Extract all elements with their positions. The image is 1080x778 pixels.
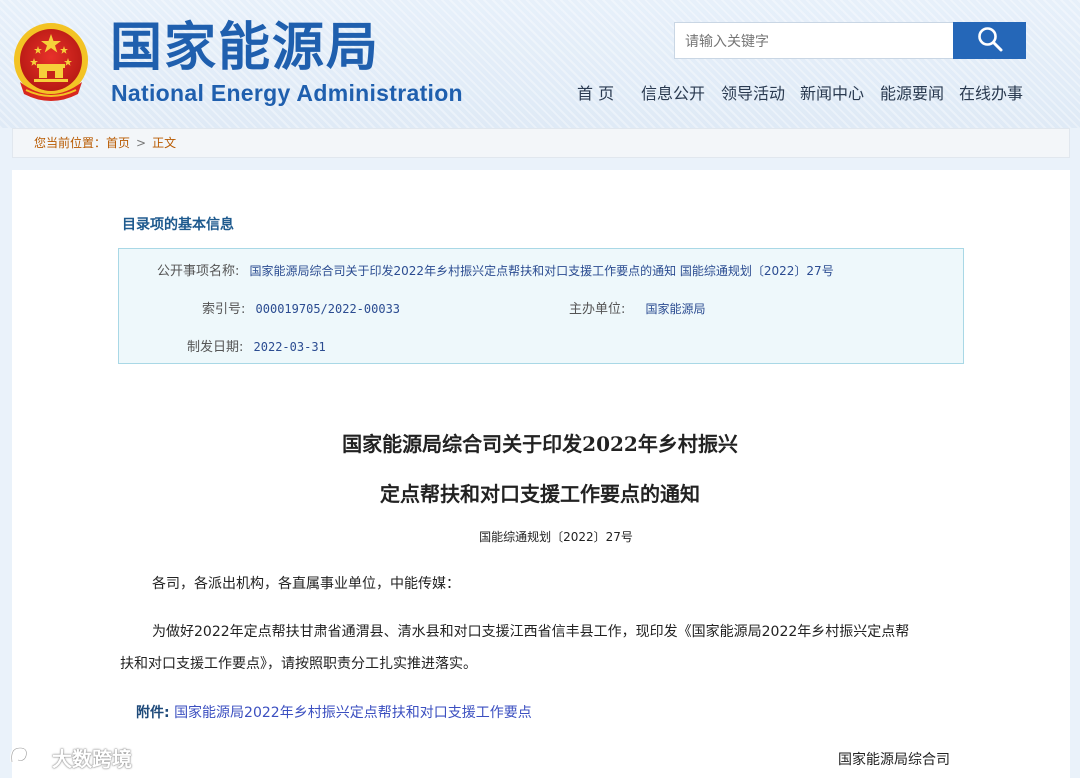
document-salutation: 各司，各派出机构，各直属事业单位，中能传媒： bbox=[152, 576, 460, 592]
nav-leadership[interactable]: 领导活动 bbox=[721, 80, 785, 104]
nav-energy-news[interactable]: 能源要闻 bbox=[880, 80, 944, 104]
breadcrumb-current: 正文 bbox=[152, 136, 177, 150]
search-input[interactable] bbox=[674, 22, 954, 59]
document-body-line2: 扶和对口支援工作要点》，请按照职责分工扎实推进落实。 bbox=[120, 656, 477, 672]
document-signer: 国家能源局综合司 bbox=[838, 752, 950, 768]
document-number: 国能综通规划〔2022〕27号 bbox=[479, 530, 633, 544]
attachment-link[interactable]: 国家能源局2022年乡村振兴定点帮扶和对口支援工作要点 bbox=[174, 705, 532, 721]
info-date-label: 制发日期: bbox=[187, 340, 244, 355]
nav-info-disclosure[interactable]: 信息公开 bbox=[641, 80, 705, 104]
breadcrumb-prefix: 您当前位置： bbox=[34, 136, 107, 150]
info-name-label: 公开事项名称: bbox=[157, 264, 240, 279]
info-date-row: 制发日期: 2022-03-31 bbox=[187, 336, 326, 355]
attachment-row: 附件: 国家能源局2022年乡村振兴定点帮扶和对口支援工作要点 bbox=[136, 702, 532, 722]
info-index-row: 索引号: 000019705/2022-00033 bbox=[202, 298, 400, 317]
document-title-line2: 定点帮扶和对口支援工作要点的通知 bbox=[380, 482, 700, 506]
breadcrumb-separator: > bbox=[136, 136, 147, 150]
search-icon bbox=[976, 25, 1004, 56]
info-name-row: 公开事项名称: 国家能源局综合司关于印发2022年乡村振兴定点帮扶和对口支援工作… bbox=[157, 260, 834, 279]
info-date-value: 2022-03-31 bbox=[253, 340, 326, 354]
search-button[interactable] bbox=[953, 22, 1026, 59]
nav-home[interactable]: 首 页 bbox=[577, 80, 614, 104]
info-index-value: 000019705/2022-00033 bbox=[255, 302, 401, 316]
breadcrumb: 您当前位置：首页 > 正文 bbox=[12, 128, 1070, 158]
document-title-line1: 国家能源局综合司关于印发2022年乡村振兴 bbox=[342, 432, 738, 456]
info-org-value: 国家能源局 bbox=[645, 302, 706, 316]
info-org-row: 主办单位: 国家能源局 bbox=[569, 298, 706, 317]
info-index-label: 索引号: bbox=[202, 302, 246, 317]
attachment-label: 附件: bbox=[136, 705, 170, 721]
brand-name-en[interactable]: National Energy Administration bbox=[111, 80, 463, 107]
breadcrumb-home[interactable]: 首页 bbox=[106, 136, 130, 150]
nav-online-services[interactable]: 在线办事 bbox=[959, 80, 1023, 104]
watermark: 大数跨境 bbox=[8, 742, 148, 772]
watermark-logo-icon bbox=[8, 742, 48, 772]
national-emblem-icon[interactable] bbox=[12, 20, 90, 104]
nav-news-center[interactable]: 新闻中心 bbox=[800, 80, 864, 104]
info-org-label: 主办单位: bbox=[569, 302, 626, 317]
watermark-text: 大数跨境 bbox=[52, 746, 132, 771]
document-body-line1: 为做好2022年定点帮扶甘肃省通渭县、清水县和对口支援江西省信丰县工作，现印发《… bbox=[152, 624, 910, 640]
info-section-title: 目录项的基本信息 bbox=[122, 217, 234, 233]
info-name-value: 国家能源局综合司关于印发2022年乡村振兴定点帮扶和对口支援工作要点的通知 国能… bbox=[249, 264, 834, 278]
brand-name-cn[interactable]: 国家能源局 bbox=[110, 18, 380, 78]
